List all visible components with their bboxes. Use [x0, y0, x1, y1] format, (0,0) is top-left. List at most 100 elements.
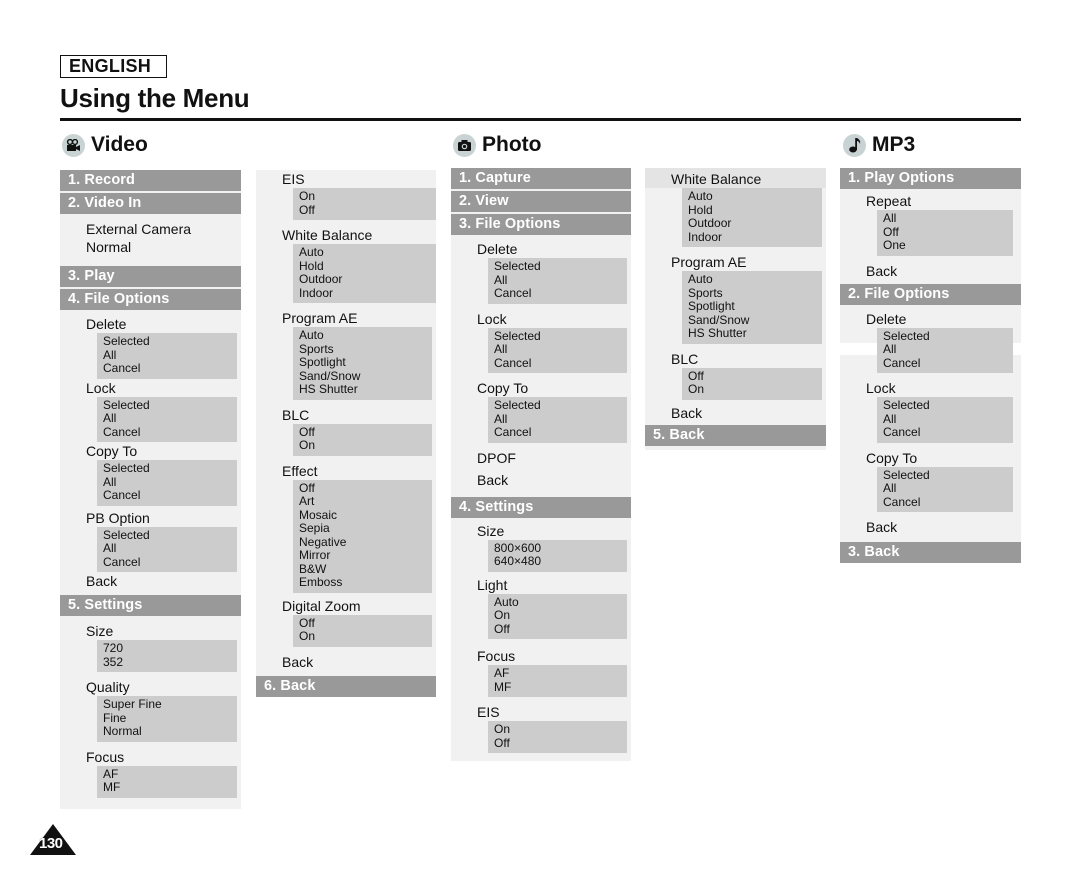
option-auto[interactable]: Auto — [688, 272, 822, 287]
option-selected[interactable]: Selected — [103, 528, 237, 543]
option-af[interactable]: AF — [494, 666, 627, 681]
file-options-back[interactable]: Back — [840, 518, 1021, 536]
option-art[interactable]: Art — [299, 494, 432, 509]
option-sepia[interactable]: Sepia — [299, 521, 432, 536]
option-selected[interactable]: Selected — [494, 259, 627, 274]
option-720[interactable]: 720 — [103, 641, 237, 656]
option-mirror[interactable]: Mirror — [299, 548, 432, 563]
option-auto[interactable]: Auto — [299, 328, 432, 343]
option-on[interactable]: On — [494, 608, 627, 623]
option-selected[interactable]: Selected — [883, 398, 1013, 413]
option-cancel[interactable]: Cancel — [494, 425, 627, 440]
option-all[interactable]: All — [103, 475, 237, 490]
submenu-copy-to[interactable]: Copy To — [840, 449, 1021, 467]
option-all[interactable]: All — [103, 348, 237, 363]
submenu-repeat[interactable]: Repeat — [840, 191, 1021, 210]
option-352[interactable]: 352 — [103, 655, 237, 670]
option-outdoor[interactable]: Outdoor — [299, 272, 436, 287]
option-external-camera[interactable]: External Camera — [60, 216, 241, 238]
option-hold[interactable]: Hold — [299, 259, 436, 274]
setting-eis[interactable]: EIS — [451, 703, 631, 721]
option-cancel[interactable]: Cancel — [883, 495, 1013, 510]
option-on[interactable]: On — [494, 722, 627, 737]
menu-photo-settings[interactable]: 4. Settings — [451, 496, 631, 518]
option-indoor[interactable]: Indoor — [299, 286, 436, 301]
option-all[interactable]: All — [103, 411, 237, 426]
option-off[interactable]: Off — [883, 225, 1013, 240]
submenu-copy-to[interactable]: Copy To — [60, 442, 241, 460]
option-indoor[interactable]: Indoor — [688, 230, 822, 245]
option-auto[interactable]: Auto — [299, 245, 436, 260]
option-hs-shutter[interactable]: HS Shutter — [688, 326, 822, 341]
option-off[interactable]: Off — [299, 616, 432, 631]
option-normal[interactable]: Normal — [103, 724, 237, 739]
option-one[interactable]: One — [883, 238, 1013, 253]
option-off[interactable]: Off — [494, 736, 627, 751]
submenu-pb-option[interactable]: PB Option — [60, 506, 241, 527]
option-sports[interactable]: Sports — [688, 286, 822, 301]
option-cancel[interactable]: Cancel — [103, 425, 237, 440]
option-cancel[interactable]: Cancel — [103, 555, 237, 570]
submenu-delete[interactable]: Delete — [451, 237, 631, 258]
setting-blc[interactable]: BLC — [645, 350, 826, 368]
setting-size[interactable]: Size — [451, 520, 631, 540]
option-sports[interactable]: Sports — [299, 342, 432, 357]
option-on[interactable]: On — [688, 382, 822, 397]
option-off[interactable]: Off — [688, 369, 822, 384]
option-selected[interactable]: Selected — [103, 398, 237, 413]
menu-photo-back[interactable]: 5. Back — [645, 424, 826, 446]
option-cancel[interactable]: Cancel — [494, 286, 627, 301]
submenu-copy-to[interactable]: Copy To — [451, 379, 631, 397]
option-on[interactable]: On — [299, 189, 436, 204]
option-all[interactable]: All — [883, 342, 1013, 357]
menu-video-settings[interactable]: 5. Settings — [60, 595, 241, 616]
menu-photo-file-options[interactable]: 3. File Options — [451, 214, 631, 235]
option-mf[interactable]: MF — [494, 680, 627, 695]
option-off[interactable]: Off — [299, 425, 432, 440]
option-outdoor[interactable]: Outdoor — [688, 216, 822, 231]
setting-focus[interactable]: Focus — [60, 748, 241, 766]
option-af[interactable]: AF — [103, 767, 237, 782]
menu-photo-capture[interactable]: 1. Capture — [451, 168, 631, 189]
option-cancel[interactable]: Cancel — [103, 488, 237, 503]
option-auto[interactable]: Auto — [494, 595, 627, 610]
option-fine[interactable]: Fine — [103, 711, 237, 726]
option-bw[interactable]: B&W — [299, 562, 432, 577]
option-cancel[interactable]: Cancel — [103, 361, 237, 376]
menu-mp3-play-options[interactable]: 1. Play Options — [840, 168, 1021, 189]
option-super-fine[interactable]: Super Fine — [103, 697, 237, 712]
option-auto[interactable]: Auto — [688, 189, 822, 204]
option-hold[interactable]: Hold — [688, 203, 822, 218]
option-selected[interactable]: Selected — [103, 461, 237, 476]
option-selected[interactable]: Selected — [883, 329, 1013, 344]
option-negative[interactable]: Negative — [299, 535, 432, 550]
option-selected[interactable]: Selected — [883, 468, 1013, 483]
option-selected[interactable]: Selected — [494, 329, 627, 344]
option-cancel[interactable]: Cancel — [494, 356, 627, 371]
setting-light[interactable]: Light — [451, 576, 631, 594]
option-on[interactable]: On — [299, 438, 432, 453]
setting-digital-zoom[interactable]: Digital Zoom — [256, 597, 436, 615]
menu-mp3-file-options[interactable]: 2. File Options — [840, 283, 1021, 305]
option-all[interactable]: All — [883, 211, 1013, 226]
setting-eis[interactable]: EIS — [256, 170, 436, 188]
setting-white-balance[interactable]: White Balance — [256, 226, 436, 244]
menu-video-video-in[interactable]: 2. Video In — [60, 193, 241, 214]
play-options-back[interactable]: Back — [840, 262, 1021, 280]
setting-blc[interactable]: BLC — [256, 406, 436, 424]
option-sand-snow[interactable]: Sand/Snow — [688, 313, 822, 328]
settings-back[interactable]: Back — [256, 653, 436, 671]
option-selected[interactable]: Selected — [494, 398, 627, 413]
setting-size[interactable]: Size — [60, 618, 241, 640]
option-selected[interactable]: Selected — [103, 334, 237, 349]
menu-mp3-back[interactable]: 3. Back — [840, 542, 1021, 563]
option-off[interactable]: Off — [299, 481, 432, 496]
option-hs-shutter[interactable]: HS Shutter — [299, 382, 432, 397]
file-options-back[interactable]: Back — [60, 572, 241, 590]
option-all[interactable]: All — [494, 342, 627, 357]
option-spotlight[interactable]: Spotlight — [299, 355, 432, 370]
option-mf[interactable]: MF — [103, 780, 237, 795]
setting-white-balance[interactable]: White Balance — [645, 168, 826, 188]
option-sand-snow[interactable]: Sand/Snow — [299, 369, 432, 384]
option-all[interactable]: All — [883, 481, 1013, 496]
